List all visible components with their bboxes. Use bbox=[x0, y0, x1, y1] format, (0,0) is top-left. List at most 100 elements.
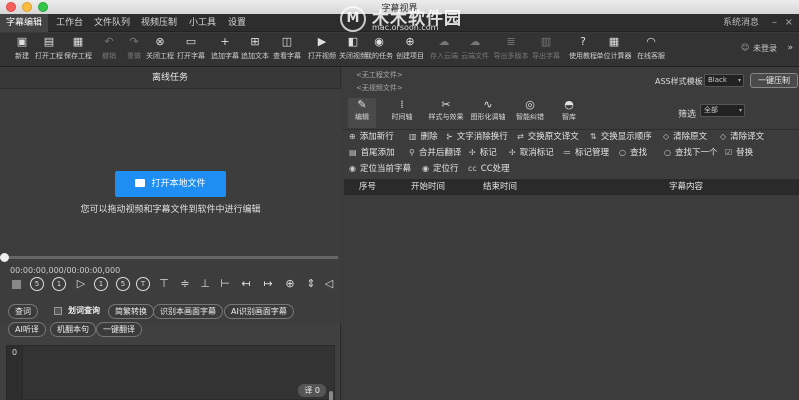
rewind-5-icon[interactable]: 5 bbox=[30, 277, 44, 291]
align-bottom-icon[interactable]: ⊥ bbox=[198, 277, 212, 291]
open-local-file-button[interactable]: 打开本地文件 bbox=[115, 171, 226, 197]
rewind-1-icon[interactable]: 1 bbox=[52, 277, 66, 291]
move-left-icon[interactable]: ↤ bbox=[239, 277, 253, 291]
close-icon[interactable]: × bbox=[785, 14, 793, 32]
one-click-compress-button[interactable]: 一键压制 bbox=[750, 73, 798, 88]
editor-scrollbar[interactable] bbox=[329, 391, 333, 400]
swap-order-button[interactable]: ⇅ 交换显示顺序 bbox=[590, 130, 652, 142]
locate-current-button[interactable]: ◉ 定位当前字幕 bbox=[349, 162, 411, 174]
find-next-button[interactable]: ○ 查找下一个 bbox=[664, 146, 718, 158]
text-t-icon[interactable]: T bbox=[136, 277, 150, 291]
ai-recognize-subtitle-button[interactable]: AI识别画面字幕 bbox=[224, 304, 294, 319]
menu-item-settings[interactable]: 设置 bbox=[222, 14, 252, 32]
unpin-button[interactable]: ✢ 取消标记 bbox=[509, 146, 554, 158]
move-right-icon[interactable]: ↦ bbox=[261, 277, 275, 291]
smart-correct-icon: ◎ bbox=[525, 98, 535, 111]
toolbar-button-label: 在线客服 bbox=[637, 52, 665, 60]
locate-line-button[interactable]: ◉ 定位行 bbox=[422, 162, 459, 174]
menu-item-tools[interactable]: 小工具 bbox=[183, 14, 222, 32]
action-label: 定位行 bbox=[432, 164, 459, 174]
stop-icon[interactable] bbox=[12, 280, 21, 289]
tab-style-effects[interactable]: ✂ 样式与效果 bbox=[426, 98, 466, 128]
toolbar-more-icon[interactable]: » bbox=[787, 43, 793, 53]
column-subtitle-content[interactable]: 字幕内容 bbox=[669, 179, 703, 195]
machine-translate-line-button[interactable]: 机翻本句 bbox=[50, 322, 96, 337]
menu-bar: 字幕编辑 工作台 文件队列 视频压制 小工具 设置 系统消息 – × bbox=[0, 14, 799, 32]
swap-text-button[interactable]: ⇄ 交换原文译文 bbox=[517, 130, 579, 142]
action-label: 文字消除换行 bbox=[456, 132, 508, 142]
action-label: 标记管理 bbox=[575, 148, 610, 158]
vertical-split-icon[interactable]: ⇕ bbox=[304, 277, 318, 291]
column-index[interactable]: 序号 bbox=[359, 179, 376, 195]
menu-item-subtitle-edit[interactable]: 字幕编辑 bbox=[0, 14, 49, 32]
action-label: 合并后翻译 bbox=[418, 148, 462, 158]
timecode: 00:00:00,000/00:00:00,000 bbox=[10, 266, 121, 275]
tab-timeline[interactable]: ⁞ 时间轴 bbox=[386, 98, 418, 128]
ai-listen-translate-button[interactable]: AI听译 bbox=[8, 322, 46, 337]
lookup-word-button[interactable]: 查词 bbox=[8, 304, 38, 319]
menu-item-video-compress[interactable]: 视频压制 bbox=[135, 14, 183, 32]
login-status[interactable]: ☺ 未登录 bbox=[741, 43, 777, 54]
video-off-icon: ◧ bbox=[347, 35, 359, 48]
folder-icon bbox=[135, 179, 146, 187]
add-row-icon: ⊕ bbox=[349, 132, 356, 141]
recognize-frame-subtitle-button[interactable]: 识别本画面字幕 bbox=[153, 304, 223, 319]
translation-char-count: 译 0 bbox=[298, 384, 326, 397]
tab-knowledge[interactable]: ◓ 智库 bbox=[556, 98, 582, 128]
merge-translate-button[interactable]: ⚲ 合并后翻译 bbox=[409, 146, 461, 158]
playback-progress-bar[interactable] bbox=[0, 253, 338, 262]
clear-translation-button[interactable]: ◇ 清除译文 bbox=[720, 130, 764, 142]
one-click-translate-button[interactable]: 一键翻译 bbox=[96, 322, 142, 337]
toolbar-button-20[interactable]: ◠ 在线客服 bbox=[634, 35, 668, 65]
menu-item-file-queue[interactable]: 文件队列 bbox=[88, 14, 136, 32]
remove-linebreak-button[interactable]: ⊱ 文字消除换行 bbox=[446, 130, 508, 142]
pin-button[interactable]: ✢ 标记 bbox=[469, 146, 497, 158]
add-ends-button[interactable]: ▤ 首尾添加 bbox=[349, 146, 395, 158]
tab-smart-correct[interactable]: ◎ 智能纠错 bbox=[512, 98, 548, 128]
tab-pencil[interactable]: ✎ 编辑 bbox=[348, 98, 376, 128]
subtitle-table-body[interactable] bbox=[344, 195, 799, 400]
forward-5-icon[interactable]: 5 bbox=[116, 277, 130, 291]
folder-open-icon: ▤ bbox=[43, 35, 55, 48]
replace-button[interactable]: ☑ 替换 bbox=[725, 146, 753, 158]
cc-icon: cc bbox=[468, 164, 477, 173]
tab-graph-timeline[interactable]: ∿ 图形化调轴 bbox=[468, 98, 508, 128]
toolbar-button-17[interactable]: ▥ 导出字幕 bbox=[529, 35, 563, 65]
play-icon[interactable]: ▷ bbox=[74, 277, 88, 291]
volume-icon[interactable]: ◁ bbox=[322, 277, 336, 291]
action-label: 交换原文译文 bbox=[527, 132, 579, 142]
crosshair-icon[interactable]: ⊕ bbox=[283, 277, 297, 291]
replace-icon: ☑ bbox=[725, 148, 733, 157]
add-row-button[interactable]: ⊕ 添加新行 bbox=[349, 130, 394, 142]
clear-source-icon: ◇ bbox=[663, 132, 670, 141]
forward-1-icon[interactable]: 1 bbox=[94, 277, 108, 291]
ass-template-select[interactable]: Black ▾ bbox=[704, 74, 744, 87]
menu-item-workbench[interactable]: 工作台 bbox=[50, 14, 89, 32]
mark-manage-button[interactable]: ≔ 标记管理 bbox=[563, 146, 609, 158]
clear-source-button[interactable]: ◇ 清除原文 bbox=[663, 130, 707, 142]
locate-line-icon: ◉ bbox=[422, 164, 429, 173]
merge-translate-icon: ⚲ bbox=[409, 148, 415, 157]
filter-select[interactable]: 全部 ▾ bbox=[700, 104, 745, 117]
search-button[interactable]: ○ 查找 bbox=[619, 146, 647, 158]
help-icon: ? bbox=[580, 35, 586, 48]
right-panel: <无工程文件> <无视频文件> ASS样式模板 Black ▾ 一键压制 筛选 … bbox=[342, 67, 799, 400]
cc-button[interactable]: cc CC处理 bbox=[468, 162, 510, 174]
progress-knob[interactable] bbox=[0, 253, 9, 262]
swap-text-icon: ⇄ bbox=[517, 132, 524, 141]
trad-simp-convert-button[interactable]: 简繁转换 bbox=[108, 304, 154, 319]
subtitle-text-editor[interactable]: 0 译 0 bbox=[6, 345, 335, 400]
align-left-icon[interactable]: ⊢ bbox=[218, 277, 232, 291]
column-end-time[interactable]: 结束时间 bbox=[483, 179, 517, 195]
minimize-icon[interactable]: – bbox=[772, 14, 777, 32]
cloud-upload-icon: ☁ bbox=[438, 35, 450, 48]
filter-label: 筛选 bbox=[678, 110, 697, 120]
delete-button[interactable]: ▥ 删除 bbox=[409, 130, 438, 142]
word-lookup-checkbox[interactable] bbox=[54, 307, 62, 315]
align-top-icon[interactable]: ⊤ bbox=[157, 277, 171, 291]
align-middle-icon[interactable]: ≑ bbox=[178, 277, 192, 291]
system-messages[interactable]: 系统消息 bbox=[723, 14, 759, 32]
column-start-time[interactable]: 开始时间 bbox=[411, 179, 445, 195]
toolbar-button-15[interactable]: ☁ 云端文件 bbox=[458, 35, 492, 65]
toolbar-button-19[interactable]: ▦ 单位计算器 bbox=[597, 35, 632, 65]
